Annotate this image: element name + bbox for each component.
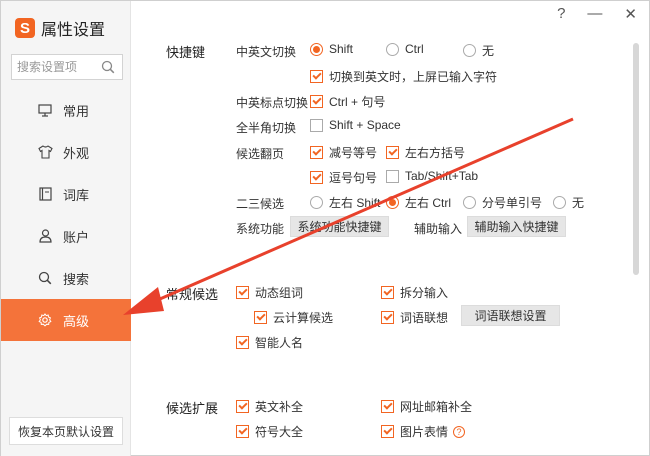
cn-en-none-radio[interactable]: 无 [463,42,494,59]
sidebar: S 属性设置 常用 外观 [1,1,131,456]
section-shortcuts: 快捷键 [166,45,206,60]
sidebar-item-advanced[interactable]: 高级 [1,299,131,341]
cn-en-shift-radio[interactable]: Shift [310,42,353,56]
sogou-logo-icon: S [15,18,35,38]
page-minus-equal-checkbox[interactable]: 减号等号 [310,144,377,161]
scrollbar[interactable] [633,43,639,275]
page-brackets-checkbox[interactable]: 左右方括号 [386,144,465,161]
cloud-candidates-checkbox[interactable]: 云计算候选 [254,309,333,326]
app-title: 属性设置 [41,22,106,39]
help-button[interactable]: ? [557,5,565,23]
sidebar-item-label: 高级 [63,313,90,329]
help-circle-icon[interactable]: ? [453,425,466,438]
section-candidates: 常规候选 [166,287,219,302]
second-third-label: 二三候选 [236,197,285,211]
split-input-checkbox[interactable]: 拆分输入 [381,284,448,301]
gear-icon [37,312,53,328]
sidebar-item-label: 常用 [63,103,90,119]
page-comma-period-checkbox[interactable]: 逗号句号 [310,169,377,186]
sidebar-item-search[interactable]: 搜索 [1,257,131,299]
user-icon [37,228,53,244]
sidebar-nav: 常用 外观 词库 账户 搜索 高级 [1,89,131,341]
search-icon [37,270,53,286]
page-turn-label: 候选翻页 [236,147,285,161]
monitor-icon [37,102,53,118]
sidebar-item-lexicon[interactable]: 词库 [1,173,131,215]
book-icon [37,186,53,202]
english-complete-checkbox[interactable]: 英文补全 [236,398,303,415]
sidebar-item-common[interactable]: 常用 [1,89,131,131]
page-tab-checkbox[interactable]: Tab/Shift+Tab [386,169,478,183]
search-box[interactable] [11,54,123,80]
sidebar-item-label: 外观 [63,145,90,161]
minimize-button[interactable]: — [587,5,602,23]
width-switch-label: 全半角切换 [236,121,297,135]
second-third-ctrl-radio[interactable]: 左右 Ctrl [386,194,451,211]
shirt-icon [37,144,53,160]
app-header: S 属性设置 [15,17,105,39]
word-association-checkbox[interactable]: 词语联想 [381,309,448,326]
search-input[interactable] [12,56,98,78]
second-third-none-radio[interactable]: 无 [553,194,584,211]
sidebar-item-label: 搜索 [63,271,90,287]
search-icon[interactable] [98,57,118,77]
sidebar-item-label: 账户 [63,229,90,245]
switch-commit-checkbox[interactable]: 切换到英文时，上屏已输入字符 [310,68,497,85]
email-complete-checkbox[interactable]: 网址邮箱补全 [381,398,472,415]
smart-names-checkbox[interactable]: 智能人名 [236,334,303,351]
system-func-shortcut-button[interactable]: 系统功能快捷键 [290,216,389,237]
section-extension: 候选扩展 [166,401,219,416]
cn-en-switch-label: 中英文切换 [236,45,297,59]
punct-ctrl-period-checkbox[interactable]: Ctrl + 句号 [310,93,385,110]
emoji-images-checkbox[interactable]: 图片表情? [381,423,466,440]
reset-defaults-button[interactable]: 恢复本页默认设置 [9,417,123,445]
sidebar-item-appearance[interactable]: 外观 [1,131,131,173]
close-button[interactable]: ✕ [624,5,637,23]
cn-en-ctrl-radio[interactable]: Ctrl [386,42,424,56]
symbols-checkbox[interactable]: 符号大全 [236,423,303,440]
aux-input-shortcut-button[interactable]: 辅助输入快捷键 [467,216,566,237]
dynamic-words-checkbox[interactable]: 动态组词 [236,284,303,301]
title-controls: ? — ✕ [557,5,637,23]
settings-window: S 属性设置 常用 外观 [0,0,650,456]
system-func-label: 系统功能 [236,222,285,236]
word-association-settings-button[interactable]: 词语联想设置 [461,305,560,326]
second-third-shift-radio[interactable]: 左右 Shift [310,194,380,211]
width-shift-space-checkbox[interactable]: Shift + Space [310,118,401,132]
sidebar-item-label: 词库 [63,187,90,203]
punct-switch-label: 中英标点切换 [236,96,309,110]
second-third-semicolon-radio[interactable]: 分号单引号 [463,194,542,211]
sidebar-item-account[interactable]: 账户 [1,215,131,257]
aux-input-label: 辅助输入 [414,222,463,236]
